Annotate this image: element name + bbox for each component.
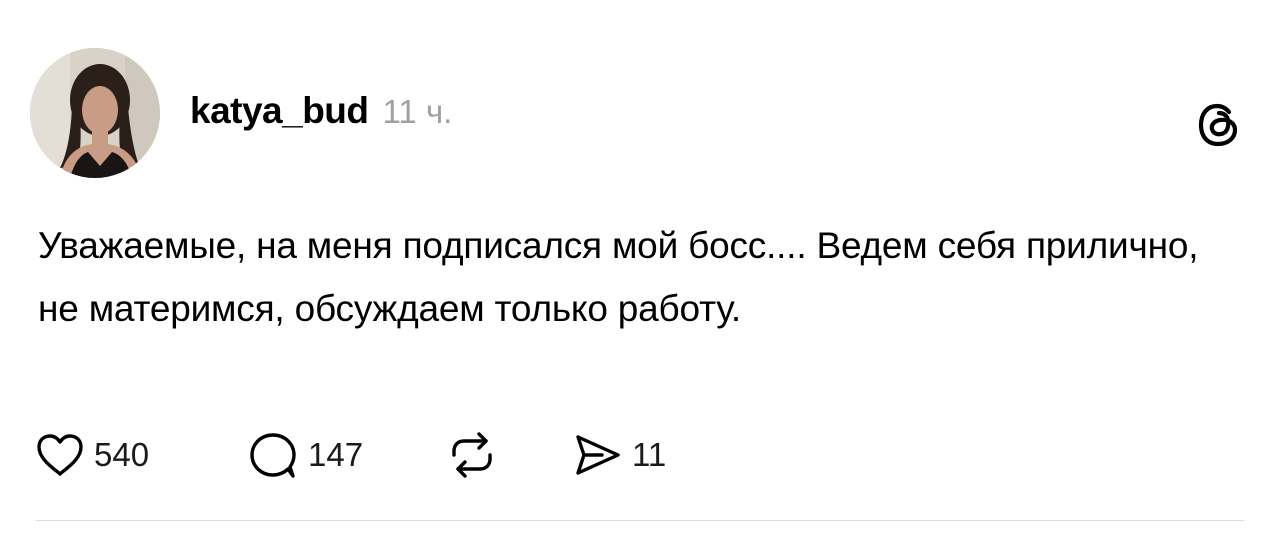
post-body-text: Уважаемые, на меня подписался мой босс..… <box>38 225 1199 329</box>
avatar[interactable] <box>30 48 160 178</box>
shares-count: 11 <box>632 436 667 473</box>
post-header: katya_bud 11 ч. <box>190 90 452 140</box>
author-username[interactable]: katya_bud <box>190 90 369 132</box>
likes-count: 540 <box>94 436 150 473</box>
comments-count: 147 <box>308 436 364 473</box>
heart-icon <box>37 434 83 476</box>
repost-icon <box>452 432 492 478</box>
post-divider <box>36 520 1244 521</box>
like-button[interactable]: 540 <box>36 433 248 477</box>
post-timestamp: 11 ч. <box>382 93 453 130</box>
avatar-photo <box>30 48 160 178</box>
threads-post: katya_bud 11 ч. Уважаемые, на меня подпи… <box>0 0 1280 533</box>
threads-logo-icon[interactable] <box>1196 102 1242 148</box>
share-button[interactable]: 11 <box>572 432 666 478</box>
speech-bubble-icon <box>250 433 296 478</box>
send-icon <box>576 435 620 475</box>
repost-button[interactable] <box>448 431 572 479</box>
post-actions: 540 147 11 <box>36 428 666 482</box>
comment-button[interactable]: 147 <box>248 431 448 479</box>
